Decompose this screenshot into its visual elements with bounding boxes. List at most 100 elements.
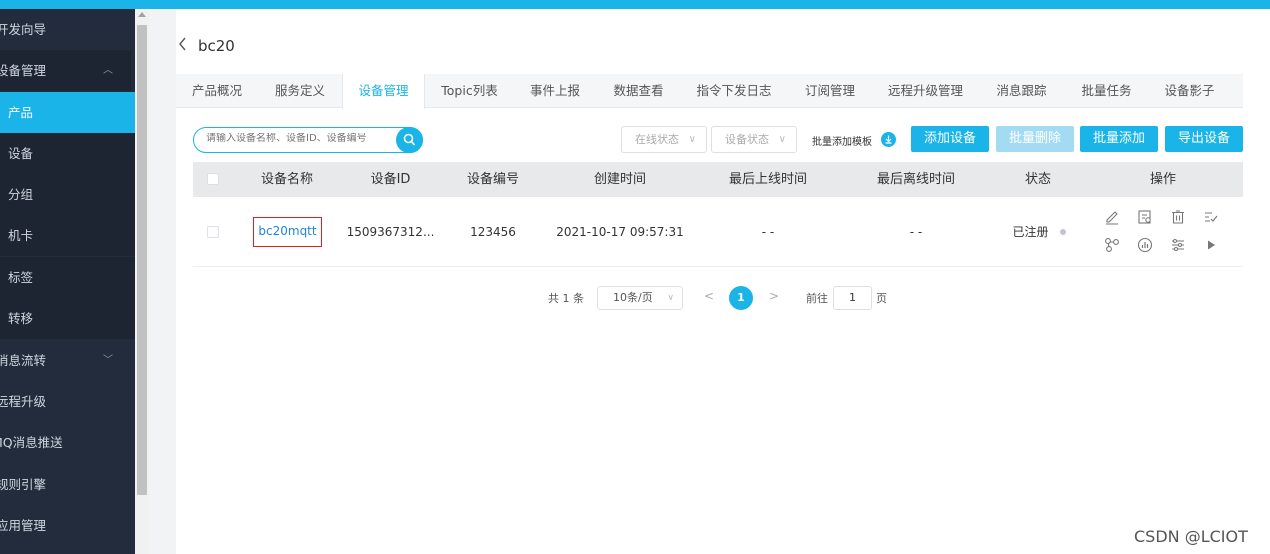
sidebar-item-ota[interactable]: 远程升级 <box>0 381 131 422</box>
device-name-link[interactable]: bc20mqtt <box>253 217 322 247</box>
column-header-actions: 操作 <box>1149 172 1176 187</box>
detail-icon[interactable] <box>1137 209 1153 225</box>
page-size-select[interactable]: 10条/页 ∨ <box>597 286 683 310</box>
sidebar-item-message-flow[interactable]: 消息流转 ﹀ <box>0 340 131 381</box>
chevron-down-icon: ﹀ <box>103 355 113 366</box>
sidebar-item-label: 产品 <box>8 105 34 120</box>
status-dot <box>1060 229 1066 235</box>
tab-command-log[interactable]: 指令下发日志 <box>681 74 787 108</box>
goto-label: 前往 <box>806 292 828 305</box>
chevron-down-icon: ∨ <box>778 134 786 145</box>
sidebar-item-label: 消息流转 <box>0 353 47 368</box>
column-header-last-offline: 最后离线时间 <box>876 172 955 187</box>
add-device-button[interactable]: 添加设备 <box>911 126 989 152</box>
page-size-value: 10条/页 <box>613 291 653 304</box>
column-header-last-online: 最后上线时间 <box>728 172 807 187</box>
delete-icon[interactable] <box>1170 209 1186 225</box>
sidebar-item-label: 设备 <box>8 146 34 161</box>
tab-topic-list[interactable]: Topic列表 <box>425 74 514 108</box>
select-all-checkbox[interactable] <box>207 173 219 185</box>
sidebar-item-app-mgmt[interactable]: 应用管理 <box>0 505 131 546</box>
sidebar-item-transfer[interactable]: 转移 <box>0 298 135 339</box>
watermark: CSDN @LCIOT <box>1134 527 1248 546</box>
cell-device-no: 123456 <box>470 225 516 239</box>
sidebar-item-label: 应用管理 <box>0 518 47 533</box>
search-box <box>193 127 423 153</box>
command-icon[interactable] <box>1203 209 1219 225</box>
download-icon[interactable] <box>881 132 896 147</box>
sidebar: 开发向导 设备管理 ︿ 产品 设备 分组 机卡 标签 转移 消息流转 ﹀ 远程升级 … <box>0 9 135 554</box>
tab-batch-tasks[interactable]: 批量任务 <box>1065 74 1148 108</box>
column-header-status: 状态 <box>1024 172 1051 187</box>
sidebar-item-product[interactable]: 产品 <box>0 92 135 133</box>
sidebar-item-group[interactable]: 分组 <box>0 174 135 215</box>
chevron-up-icon: ︿ <box>103 65 113 76</box>
chevron-down-icon: ∨ <box>667 293 674 303</box>
top-header-bar <box>0 0 1270 9</box>
column-header-created: 创建时间 <box>593 172 646 187</box>
goto-suffix: 页 <box>876 292 887 305</box>
sidebar-item-label: 机卡 <box>8 228 34 243</box>
sidebar-item-label: 设备管理 <box>0 63 47 78</box>
next-page-icon[interactable]: > <box>769 289 779 303</box>
export-devices-button[interactable]: 导出设备 <box>1165 126 1243 152</box>
device-status-select[interactable]: 设备状态 ∨ <box>711 126 797 153</box>
sidebar-scroll-thumb[interactable] <box>137 25 147 495</box>
statistics-icon[interactable] <box>1137 237 1153 253</box>
column-header-device-id: 设备ID <box>370 172 411 187</box>
sidebar-item-mq-push[interactable]: MQ消息推送 <box>0 422 131 463</box>
tab-message-trace[interactable]: 消息跟踪 <box>978 74 1065 108</box>
sidebar-item-label: 规则引擎 <box>0 477 47 492</box>
page-title: bc20 <box>198 37 235 55</box>
batch-template-link[interactable]: 批量添加模板 <box>812 133 872 148</box>
table-row: 1509367312... 123456 2021-10-17 09:57:31… <box>193 197 1243 267</box>
cell-last-online: - - <box>761 225 775 239</box>
sidebar-item-label: 分组 <box>8 187 34 202</box>
batch-delete-button[interactable]: 批量删除 <box>996 126 1074 152</box>
page-number-current[interactable]: 1 <box>729 286 753 310</box>
sidebar-item-sim-card[interactable]: 机卡 <box>0 215 135 256</box>
tab-subscription[interactable]: 订阅管理 <box>787 74 873 108</box>
topology-icon[interactable] <box>1104 237 1120 253</box>
online-status-select[interactable]: 在线状态 ∨ <box>621 126 707 153</box>
sidebar-item-device[interactable]: 设备 <box>0 133 135 174</box>
tab-data-view[interactable]: 数据查看 <box>596 74 681 108</box>
goto-page-input[interactable]: 1 <box>833 286 872 310</box>
cell-status: 已注册 <box>1012 225 1049 239</box>
sidebar-item-label: 开发向导 <box>0 22 47 37</box>
cell-last-offline: - - <box>909 225 923 239</box>
tab-bar: 产品概况 服务定义 设备管理 Topic列表 事件上报 数据查看 指令下发日志 … <box>176 74 1243 109</box>
tab-ota-management[interactable]: 远程升级管理 <box>873 74 978 108</box>
play-icon[interactable] <box>1203 237 1219 253</box>
sidebar-item-dev-guide[interactable]: 开发向导 <box>0 9 131 50</box>
search-icon <box>403 133 416 146</box>
column-header-device-no: 设备编号 <box>466 172 519 187</box>
batch-add-button[interactable]: 批量添加 <box>1080 126 1158 152</box>
sidebar-item-label: MQ消息推送 <box>0 435 63 450</box>
tab-service-definition[interactable]: 服务定义 <box>258 74 342 108</box>
settings-sliders-icon[interactable] <box>1170 237 1186 253</box>
tab-device-management[interactable]: 设备管理 <box>342 74 425 109</box>
cell-created: 2021-10-17 09:57:31 <box>556 225 684 239</box>
search-input[interactable] <box>206 133 391 144</box>
edit-icon[interactable] <box>1104 209 1120 225</box>
tab-event-report[interactable]: 事件上报 <box>514 74 596 108</box>
search-button[interactable] <box>396 127 423 153</box>
tab-product-overview[interactable]: 产品概况 <box>176 74 258 108</box>
sidebar-item-rule-engine[interactable]: 规则引擎 <box>0 464 131 505</box>
sidebar-item-label: 标签 <box>8 270 34 285</box>
chevron-left-icon[interactable] <box>178 37 188 55</box>
prev-page-icon[interactable]: < <box>704 289 714 303</box>
sidebar-item-label: 转移 <box>8 311 34 326</box>
cell-device-id: 1509367312... <box>346 225 435 239</box>
column-header-name: 设备名称 <box>260 172 313 187</box>
chevron-down-icon: ∨ <box>688 134 696 145</box>
pagination-total: 共 1 条 <box>548 292 584 305</box>
tab-device-shadow[interactable]: 设备影子 <box>1148 74 1231 108</box>
sidebar-item-label: 远程升级 <box>0 394 47 409</box>
online-status-value: 在线状态 <box>635 133 679 146</box>
sidebar-item-device-mgmt[interactable]: 设备管理 ︿ <box>0 50 131 91</box>
row-checkbox[interactable] <box>207 226 219 238</box>
sidebar-item-tags[interactable]: 标签 <box>0 257 135 298</box>
scroll-up-arrow-icon[interactable] <box>138 12 146 17</box>
